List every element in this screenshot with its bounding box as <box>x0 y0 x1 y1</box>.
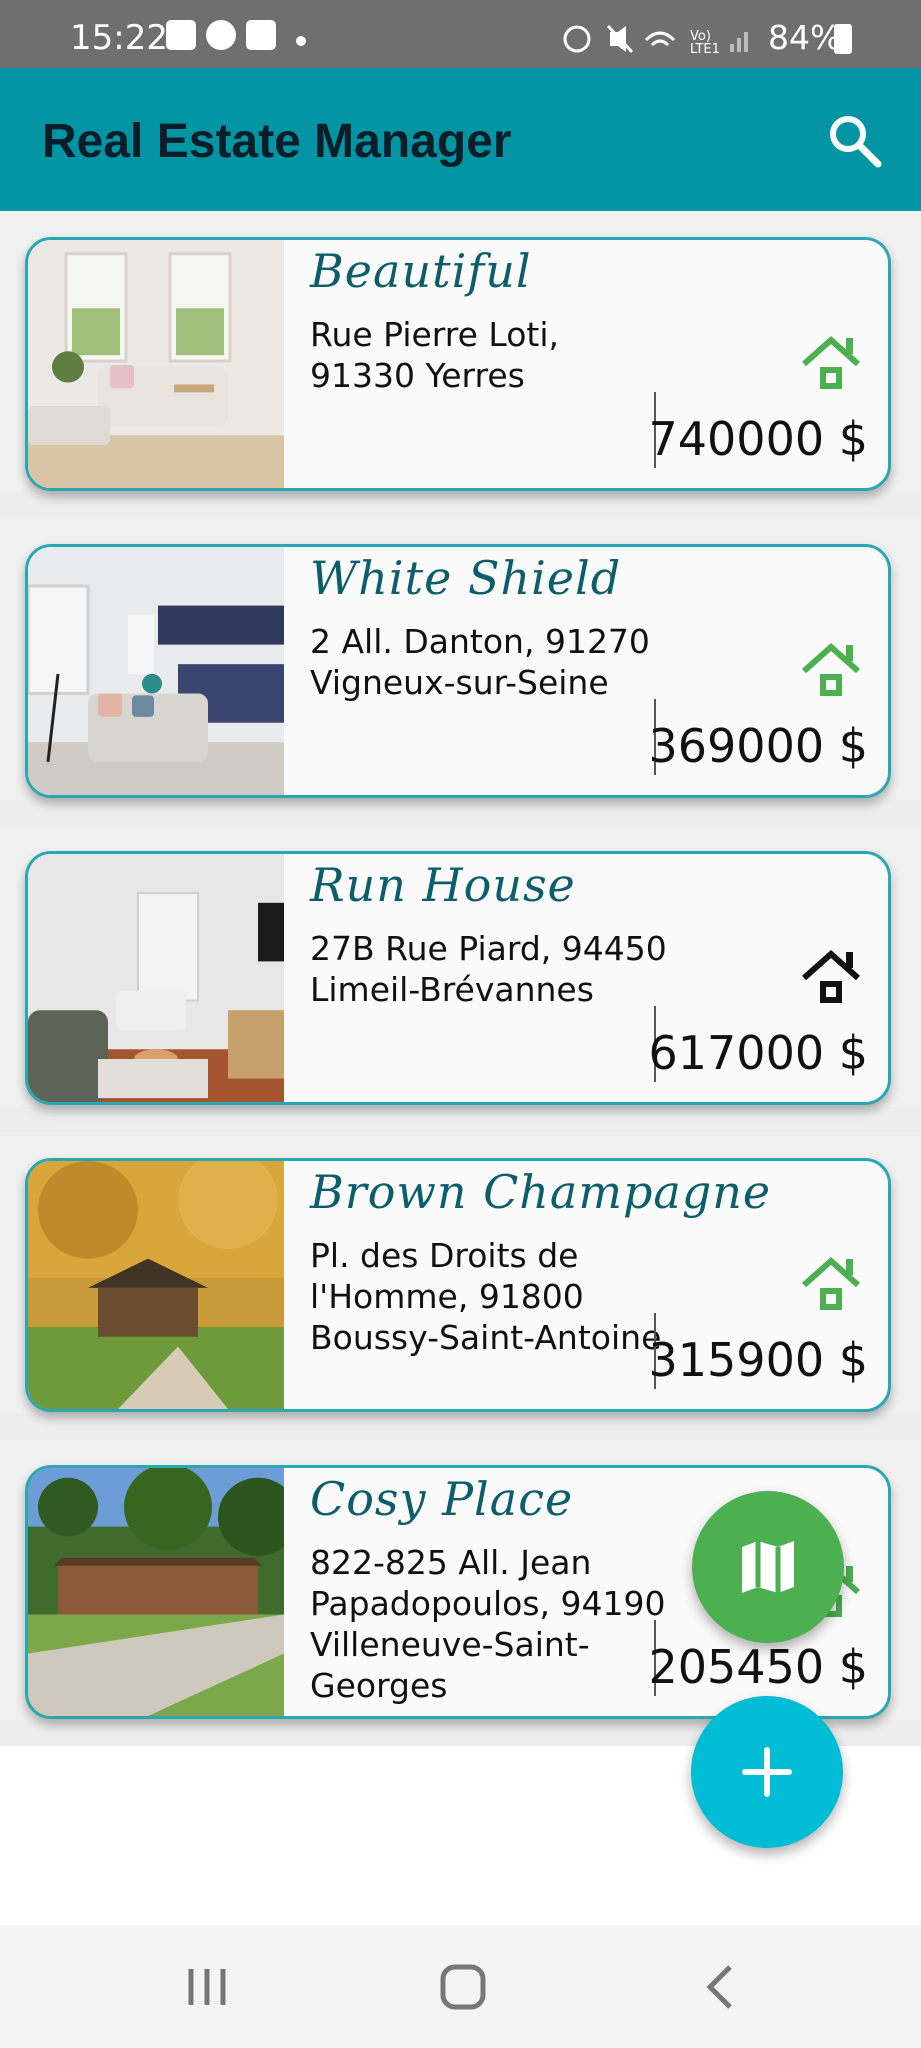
battery-percent: 84% <box>768 18 842 57</box>
property-address: Rue Pierre Loti, 91330 Yerres <box>310 315 560 395</box>
list-item: Brown Champagne Pl. des Droits de l'Homm… <box>0 1132 921 1414</box>
wifi-icon <box>644 31 676 42</box>
wooden-house-photo <box>28 1468 284 1716</box>
list-item: Run House 27B Rue Piard, 94450 Limeil-Br… <box>0 825 921 1107</box>
property-price: 315900 $ <box>648 1333 869 1387</box>
alarm-icon <box>563 25 591 53</box>
open-kitchen-photo <box>28 547 284 795</box>
search-icon[interactable] <box>824 110 884 170</box>
house-status-icon <box>802 335 860 389</box>
svg-text:LTE1: LTE1 <box>690 42 720 56</box>
property-name: White Shield <box>310 551 622 605</box>
property-card[interactable]: Beautiful Rue Pierre Loti, 91330 Yerres … <box>25 237 891 491</box>
map-button[interactable] <box>692 1491 844 1643</box>
living-room-photo <box>28 240 284 488</box>
property-address: Pl. des Droits de l'Homme, 91800 Boussy-… <box>310 1236 662 1357</box>
status-time: 15:22 <box>70 18 168 58</box>
property-price: 740000 $ <box>648 412 869 466</box>
lounge-photo <box>28 854 284 1102</box>
status-bar: 15:22 Vo) LTE1 84% <box>0 0 921 68</box>
property-price: 617000 $ <box>648 1026 869 1080</box>
property-address: 2 All. Danton, 91270 Vigneux-sur-Seine <box>310 622 650 702</box>
map-icon <box>742 1541 794 1593</box>
plus-icon <box>742 1747 792 1797</box>
battery-icon <box>834 24 852 54</box>
property-name: Brown Champagne <box>310 1165 772 1219</box>
add-property-button[interactable] <box>691 1696 843 1848</box>
house-status-icon <box>802 1256 860 1310</box>
autumn-cabin-photo <box>28 1161 284 1409</box>
status-icons: Vo) LTE1 <box>563 24 748 56</box>
list-item: Beautiful Rue Pierre Loti, 91330 Yerres … <box>0 211 921 493</box>
property-card[interactable]: White Shield 2 All. Danton, 91270 Vigneu… <box>25 544 891 798</box>
property-card[interactable]: Brown Champagne Pl. des Droits de l'Homm… <box>25 1158 891 1412</box>
notification-app-icon <box>166 20 196 50</box>
property-card[interactable]: Run House 27B Rue Piard, 94450 Limeil-Br… <box>25 851 891 1105</box>
notification-face-icon <box>206 20 236 50</box>
system-nav-bar <box>0 1925 921 2048</box>
mail-icon <box>246 20 276 50</box>
property-name: Cosy Place <box>310 1472 574 1526</box>
house-status-icon <box>802 642 860 696</box>
property-address: 822-825 All. Jean Papadopoulos, 94190 Vi… <box>310 1543 666 1705</box>
home-icon[interactable] <box>433 1961 493 2013</box>
property-price: 205450 $ <box>648 1640 869 1694</box>
property-address: 27B Rue Piard, 94450 Limeil-Brévannes <box>310 929 667 1009</box>
list-item: White Shield 2 All. Danton, 91270 Vigneu… <box>0 518 921 800</box>
property-name: Run House <box>310 858 576 912</box>
recent-apps-icon[interactable] <box>177 1961 237 2013</box>
property-name: Beautiful <box>310 244 532 298</box>
notification-dot-icon <box>296 36 306 46</box>
property-price: 369000 $ <box>648 719 869 773</box>
signal-icon <box>730 44 734 52</box>
app-title: Real Estate Manager <box>42 115 512 168</box>
house-status-icon <box>802 949 860 1003</box>
back-icon[interactable] <box>690 1961 750 2013</box>
app-bar: Real Estate Manager <box>0 68 921 211</box>
